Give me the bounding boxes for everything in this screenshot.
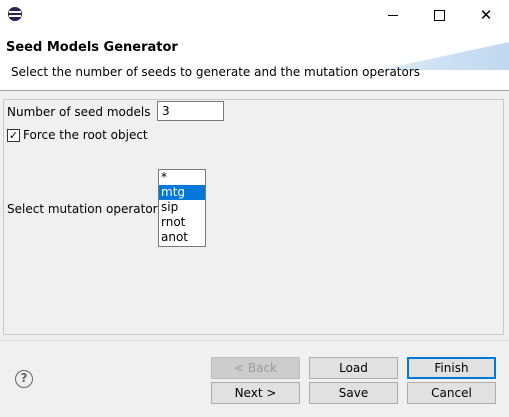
list-item-anot[interactable]: anot xyxy=(159,230,205,245)
header-divider xyxy=(0,90,509,91)
title-bar: ✕ xyxy=(0,0,509,30)
finish-button[interactable]: Finish xyxy=(407,357,496,379)
page-title: Seed Models Generator xyxy=(6,40,178,55)
list-item-rnot[interactable]: rnot xyxy=(159,215,205,230)
maximize-button[interactable] xyxy=(416,0,462,30)
checkmark-icon: ✓ xyxy=(8,129,19,142)
minimize-button[interactable] xyxy=(370,0,416,30)
minimize-icon xyxy=(388,14,398,16)
mutation-operators-label: Select mutation operator(s) xyxy=(7,202,174,216)
load-button[interactable]: Load xyxy=(309,357,398,379)
list-item-mtg[interactable]: mtg xyxy=(159,185,205,200)
force-root-label[interactable]: Force the root object xyxy=(23,128,148,142)
force-root-checkbox[interactable]: ✓ xyxy=(7,129,20,142)
wizard-header: Seed Models Generator Select the number … xyxy=(0,30,509,90)
maximize-icon xyxy=(433,9,445,21)
seed-count-label: Number of seed models xyxy=(7,105,151,119)
list-item-star[interactable]: * xyxy=(159,170,205,185)
page-description: Select the number of seeds to generate a… xyxy=(11,65,421,79)
close-icon: ✕ xyxy=(479,6,493,24)
footer-divider xyxy=(0,340,509,341)
seed-count-input[interactable] xyxy=(157,101,224,121)
save-button[interactable]: Save xyxy=(309,382,398,404)
help-icon[interactable]: ? xyxy=(15,370,33,388)
eclipse-icon xyxy=(8,7,22,21)
next-button[interactable]: Next > xyxy=(211,382,300,404)
close-button[interactable]: ✕ xyxy=(463,0,509,30)
back-button[interactable]: < Back xyxy=(211,357,300,379)
cancel-button[interactable]: Cancel xyxy=(407,382,496,404)
list-item-sip[interactable]: sip xyxy=(159,200,205,215)
mutation-operators-list[interactable]: * mtg sip rnot anot xyxy=(158,169,206,247)
header-banner-graphic xyxy=(379,42,509,70)
